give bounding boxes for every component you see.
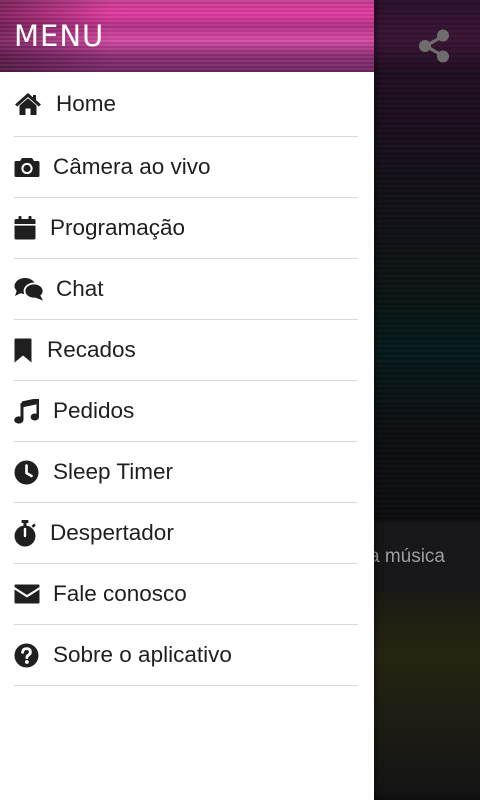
- navigation-drawer: MENU Home Câmera ao vivo Programação Cha…: [0, 0, 374, 800]
- share-button[interactable]: [414, 26, 454, 66]
- chat-icon: [14, 275, 56, 303]
- menu-item-label: Chat: [56, 276, 104, 301]
- menu-item-label: Programação: [50, 215, 186, 240]
- music-icon: [14, 397, 53, 425]
- question-circle-icon: [14, 641, 53, 669]
- menu-item-about[interactable]: Sobre o aplicativo: [14, 625, 358, 686]
- menu-item-sleep-timer[interactable]: Sleep Timer: [14, 442, 358, 503]
- stopwatch-icon: [14, 519, 50, 547]
- home-icon: [14, 90, 56, 118]
- menu-item-label: Câmera ao vivo: [53, 154, 211, 179]
- menu-item-label: Sleep Timer: [53, 459, 174, 484]
- menu-item-requests[interactable]: Pedidos: [14, 381, 358, 442]
- menu-item-messages[interactable]: Recados: [14, 320, 358, 381]
- clock-icon: [14, 458, 53, 486]
- menu-item-label: Despertador: [50, 520, 174, 545]
- envelope-icon: [14, 580, 53, 608]
- menu-item-label: Home: [56, 91, 117, 116]
- menu-item-contact[interactable]: Fale conosco: [14, 564, 358, 625]
- app-screen: a música MENU Home Câmera ao vivo Progra…: [0, 0, 480, 800]
- bookmark-icon: [14, 336, 47, 364]
- share-icon: [419, 29, 449, 63]
- menu-item-label: Sobre o aplicativo: [53, 642, 232, 667]
- drawer-title: MENU: [14, 19, 105, 53]
- menu-item-label: Recados: [47, 337, 136, 362]
- drawer-header: MENU: [0, 0, 374, 72]
- camera-icon: [14, 153, 53, 181]
- menu-item-alarm[interactable]: Despertador: [14, 503, 358, 564]
- menu-item-label: Pedidos: [53, 398, 135, 423]
- menu-item-label: Fale conosco: [53, 581, 187, 606]
- menu-list: Home Câmera ao vivo Programação Chat Rec…: [0, 72, 374, 686]
- menu-item-schedule[interactable]: Programação: [14, 198, 358, 259]
- menu-item-home[interactable]: Home: [14, 72, 358, 137]
- menu-item-chat[interactable]: Chat: [14, 259, 358, 320]
- calendar-icon: [14, 214, 50, 242]
- menu-item-camera[interactable]: Câmera ao vivo: [14, 137, 358, 198]
